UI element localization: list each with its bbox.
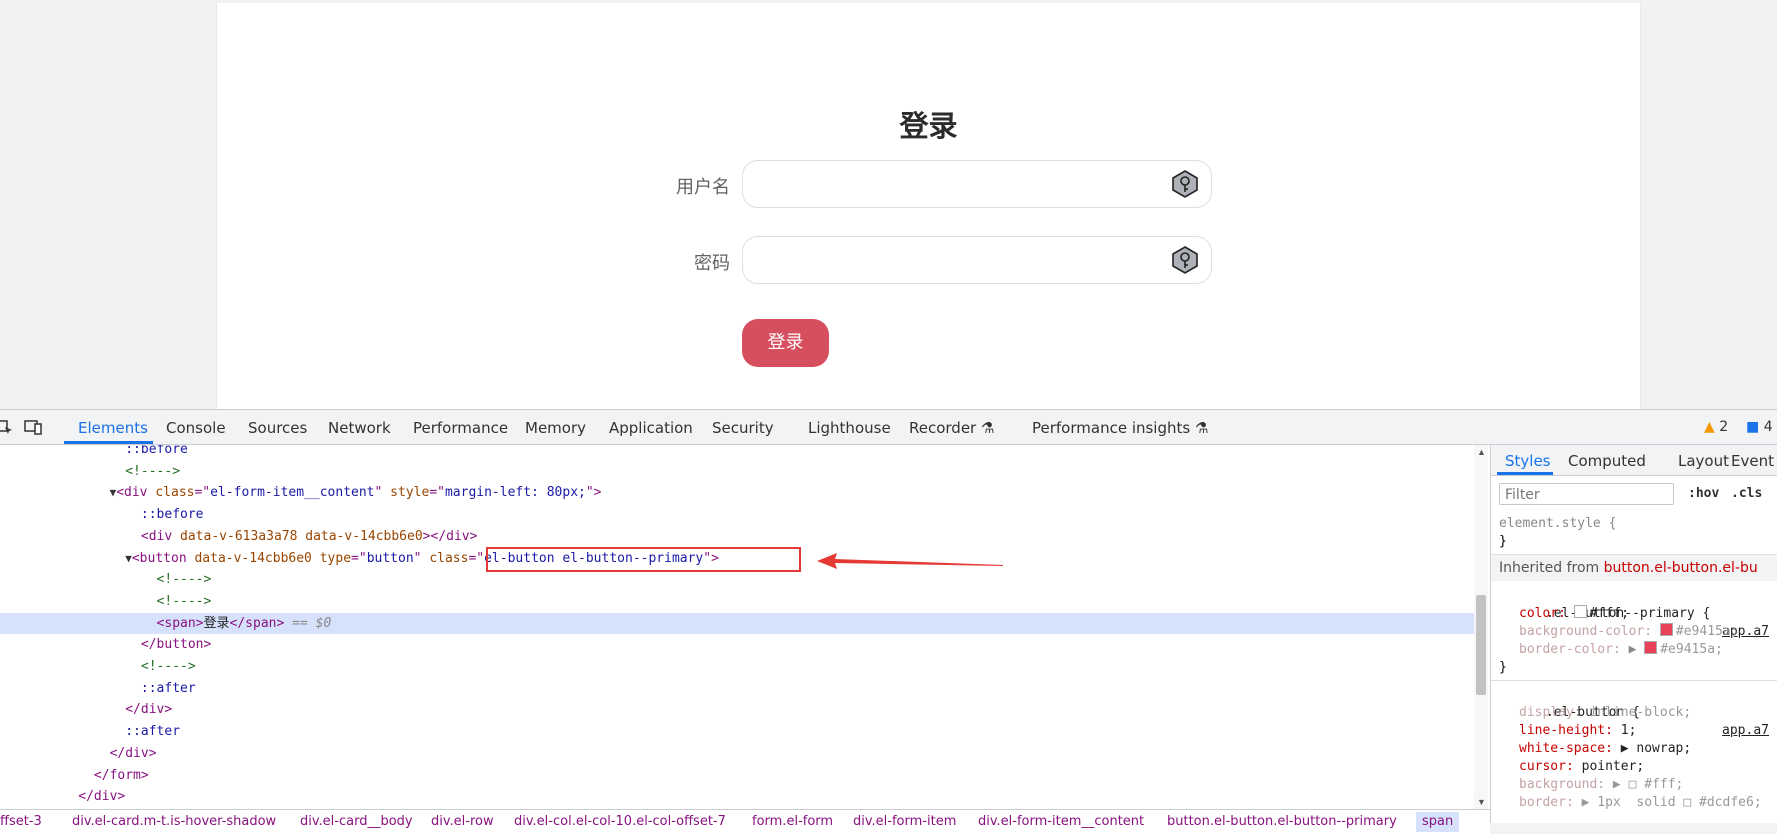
- message-icon: ■: [1746, 419, 1760, 435]
- messages-counter[interactable]: ■ 4: [1746, 419, 1773, 435]
- elements-tree[interactable]: ::before <!----> ▼<div class="el-form-it…: [0, 445, 1474, 809]
- color-swatch[interactable]: [1659, 623, 1673, 636]
- tab-application[interactable]: Application: [609, 419, 693, 437]
- tab-computed[interactable]: Computed: [1568, 452, 1646, 470]
- tab-performance-insights-label: Performance insights: [1032, 419, 1191, 437]
- dom-tree-line[interactable]: ::after: [0, 721, 1474, 742]
- scroll-down-icon[interactable]: ▼: [1477, 797, 1486, 807]
- dom-tree-line[interactable]: <!---->: [0, 569, 1474, 590]
- tab-event-listeners[interactable]: Event L: [1731, 452, 1777, 470]
- active-tab-indicator: [64, 441, 153, 444]
- color-swatch[interactable]: [1573, 605, 1587, 618]
- dom-tree-line[interactable]: </form>: [0, 765, 1474, 786]
- username-input[interactable]: [742, 160, 1212, 208]
- inspect-icon[interactable]: [0, 418, 14, 436]
- dom-tree-line[interactable]: ▼<div class="el-form-item__content" styl…: [0, 482, 1474, 503]
- dom-tree-line[interactable]: </div>: [0, 786, 1474, 807]
- dom-tree-line[interactable]: </div>: [0, 699, 1474, 720]
- devtools-panel: Elements Console Sources Network Perform…: [0, 409, 1777, 834]
- rule-selector[interactable]: .el-button--primary { app.a7: [1499, 587, 1769, 639]
- tab-elements[interactable]: Elements: [78, 419, 148, 437]
- elements-scrollbar[interactable]: ▲ ▼: [1474, 445, 1488, 809]
- tab-network[interactable]: Network: [328, 419, 391, 437]
- inherited-from-link[interactable]: button.el-button.el-bu: [1604, 560, 1758, 576]
- close-brace: }: [1499, 660, 1507, 675]
- dom-tree-line[interactable]: ::after: [0, 678, 1474, 699]
- inherited-header: Inherited from button.el-button.el-bu: [1491, 555, 1777, 581]
- dom-tree-line[interactable]: ::before: [0, 445, 1474, 460]
- css-declaration[interactable]: line-height: 1;: [1519, 722, 1636, 740]
- password-label: 密码: [694, 253, 730, 274]
- tab-performance-insights[interactable]: Performance insights ⚗: [1032, 419, 1208, 437]
- warning-icon: ▲: [1704, 419, 1715, 435]
- tab-recorder[interactable]: Recorder ⚗: [909, 419, 994, 437]
- device-toolbar-icon[interactable]: [24, 418, 42, 436]
- rule-selector[interactable]: .el-button { app.a7: [1499, 686, 1769, 738]
- devtools-tabbar: Elements Console Sources Network Perform…: [0, 410, 1777, 445]
- tab-styles[interactable]: Styles: [1505, 452, 1551, 470]
- styles-filter-input[interactable]: Filter: [1499, 483, 1674, 505]
- css-declaration[interactable]: background: ▶ □ #fff;: [1519, 776, 1683, 794]
- annotation-arrow: [817, 553, 1003, 569]
- dom-tree-line[interactable]: <div data-v-613a3a78 data-v-14cbb6e0></d…: [0, 526, 1474, 547]
- dom-tree-line[interactable]: <!---->: [0, 656, 1474, 677]
- css-declaration[interactable]: border-color: ▶ #e9415a;: [1519, 641, 1723, 659]
- color-swatch[interactable]: [1644, 641, 1658, 654]
- flask-icon: ⚗: [981, 419, 995, 437]
- breadcrumb-item-current[interactable]: span: [1416, 812, 1460, 832]
- dom-tree-line[interactable]: ::before: [0, 504, 1474, 525]
- dom-tree-line[interactable]: <span>登录</span> == $0: [0, 612, 1474, 634]
- css-declaration[interactable]: display: inline-block;: [1519, 704, 1691, 722]
- login-title: 登录: [899, 109, 958, 143]
- key-icon: [1172, 170, 1198, 198]
- styles-pane: Styles Computed Layout Event L Filter :h…: [1490, 445, 1777, 823]
- tab-console[interactable]: Console: [166, 419, 226, 437]
- hov-toggle[interactable]: :hov: [1688, 486, 1719, 501]
- close-brace: }: [1499, 534, 1507, 549]
- flask-icon: ⚗: [1194, 419, 1209, 437]
- tab-performance[interactable]: Performance: [413, 419, 508, 437]
- dom-tree-line[interactable]: </button>: [0, 634, 1474, 655]
- css-declaration[interactable]: border: ▶ 1px solid □ #dcdfe6;: [1519, 794, 1762, 812]
- styles-tabbar: Styles Computed Layout Event L: [1491, 445, 1777, 476]
- divider: [1491, 680, 1777, 681]
- scroll-up-icon[interactable]: ▲: [1477, 447, 1486, 457]
- tab-security[interactable]: Security: [712, 419, 774, 437]
- key-icon: [1172, 246, 1198, 274]
- rule-source-link[interactable]: app.a7: [1722, 722, 1769, 740]
- warnings-count: 2: [1719, 419, 1729, 435]
- element-style-selector[interactable]: element.style {: [1499, 515, 1616, 533]
- tab-layout[interactable]: Layout: [1678, 452, 1729, 470]
- active-tab-indicator: [1497, 472, 1553, 475]
- tab-sources[interactable]: Sources: [248, 419, 307, 437]
- css-declaration[interactable]: background-color: #e9415a;: [1519, 623, 1739, 641]
- css-declaration[interactable]: color: #fff;: [1519, 605, 1629, 623]
- annotation-highlight-box: [486, 547, 801, 572]
- login-submit-button[interactable]: 登录: [742, 319, 829, 367]
- cls-toggle[interactable]: .cls: [1731, 486, 1762, 501]
- css-declaration[interactable]: cursor: pointer;: [1519, 758, 1644, 776]
- tab-lighthouse[interactable]: Lighthouse: [808, 419, 891, 437]
- tab-memory[interactable]: Memory: [525, 419, 586, 437]
- password-input[interactable]: [742, 236, 1212, 284]
- dom-tree-line[interactable]: <!---->: [0, 461, 1474, 482]
- css-declaration[interactable]: white-space: ▶ nowrap;: [1519, 740, 1691, 758]
- username-label: 用户名: [676, 177, 730, 198]
- dom-tree-line[interactable]: </div>: [0, 743, 1474, 764]
- messages-count: 4: [1763, 419, 1773, 435]
- tab-recorder-label: Recorder: [909, 419, 977, 437]
- inherited-label: Inherited from: [1499, 560, 1600, 576]
- dom-tree-line[interactable]: <!---->: [0, 591, 1474, 612]
- scrollbar-thumb[interactable]: [1476, 595, 1486, 695]
- warnings-counter[interactable]: ▲ 2: [1704, 419, 1728, 435]
